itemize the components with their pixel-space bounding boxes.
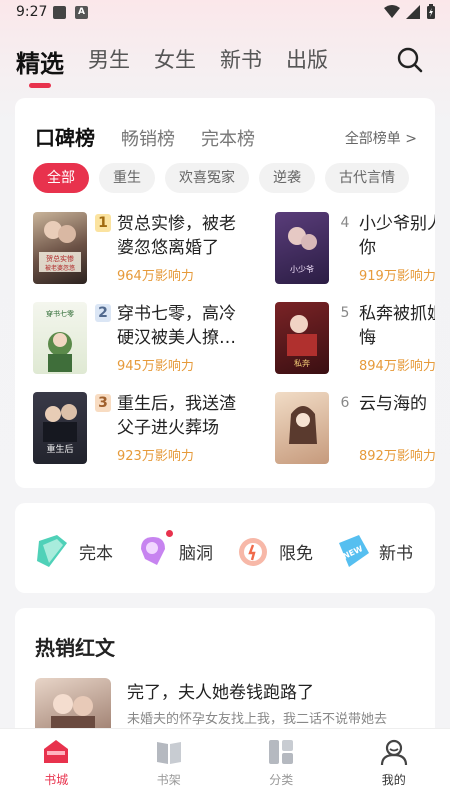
entry-label: 脑洞	[179, 543, 213, 564]
book-cover	[275, 392, 329, 464]
book-influence: 892万影响力	[359, 449, 435, 464]
svg-text:穿书七零: 穿书七零	[46, 309, 74, 318]
chip-counterattack[interactable]: 逆袭	[259, 163, 315, 193]
rank-badge: 2	[95, 304, 111, 322]
book-title: 云与海的	[359, 394, 427, 414]
wifi-icon	[384, 5, 400, 18]
book-cover: 小少爷	[275, 212, 329, 284]
book-title[interactable]: 完了，夫人她卷钱跑路了	[127, 678, 314, 703]
entry-brain-hole[interactable]: 脑洞	[135, 530, 213, 569]
book-title: 穿书七零，高冷硬汉被美人撩…	[117, 304, 236, 348]
rank-badge: 1	[95, 214, 111, 232]
hot-books-card: 热销红文 完了，夫人她卷钱跑路了 未婚夫的怀孕女友找上我，我二话不说带她去	[15, 608, 435, 748]
book-item[interactable]: 6 云与海的 892万影响力	[275, 392, 435, 466]
status-time: 9:27	[16, 4, 48, 20]
tab-completed-rank[interactable]: 完本榜	[201, 125, 255, 151]
chip-rebirth[interactable]: 重生	[99, 163, 155, 193]
svg-text:被老婆忽悠: 被老婆忽悠	[45, 264, 75, 272]
nav-bookshelf[interactable]: 书架	[113, 729, 226, 800]
entry-free[interactable]: 限免	[235, 533, 313, 569]
status-icons	[384, 4, 436, 20]
svg-text:重生后: 重生后	[46, 443, 73, 455]
tab-featured[interactable]: 精选	[16, 44, 64, 78]
chip-ancient-romance[interactable]: 古代言情	[325, 163, 409, 193]
entry-label: 新书	[379, 543, 413, 564]
section-title: 热销红文	[35, 636, 115, 660]
search-icon[interactable]	[396, 46, 424, 74]
timer-icon	[239, 538, 267, 566]
nav-category[interactable]: 分类	[225, 729, 338, 800]
ranking-card: 口碑榜 畅销榜 完本榜 全部榜单 > 全部 重生 欢喜冤家 逆袭 古代言情 贺总…	[15, 98, 435, 488]
book-title: 重生后，我送渣父子进火葬场	[117, 394, 236, 438]
book-item[interactable]: 贺总实惨 被老婆忽悠 1 贺总实惨，被老婆忽悠离婚了 964万影响力	[33, 212, 236, 286]
book-influence: 919万影响力	[359, 269, 435, 284]
rank-badge: 5	[340, 305, 350, 321]
book-complete-icon	[37, 535, 67, 567]
chip-all[interactable]: 全部	[33, 163, 89, 193]
chip-bickering-lovers[interactable]: 欢喜冤家	[165, 163, 249, 193]
genre-filter-chips: 全部 重生 欢喜冤家 逆袭 古代言情	[33, 163, 437, 193]
bookshelf-icon	[156, 742, 181, 764]
tab-new-books[interactable]: 新书	[220, 44, 262, 76]
nav-profile[interactable]: 我的	[338, 729, 450, 800]
new-badge-icon: NEW	[339, 535, 369, 567]
app-notification-icon: A	[75, 6, 88, 19]
entry-new-books[interactable]: NEW 新书	[335, 533, 413, 569]
book-influence: 945万影响力	[117, 359, 194, 374]
book-title: 私奔被抓姐死不悔	[359, 304, 435, 348]
store-icon	[44, 740, 69, 763]
tab-male[interactable]: 男生	[88, 44, 130, 76]
tab-female[interactable]: 女生	[154, 44, 196, 76]
entry-label: 限免	[279, 543, 313, 564]
tab-publish[interactable]: 出版	[286, 44, 328, 76]
category-icon	[269, 740, 294, 764]
status-bar: 9:27 A	[0, 0, 450, 26]
rank-badge: 4	[340, 215, 350, 231]
notification-icon	[53, 6, 66, 19]
entry-label: 完本	[79, 543, 113, 564]
book-cover: 穿书七零	[33, 302, 87, 374]
book-description: 未婚夫的怀孕女友找上我，我二话不说带她去	[127, 712, 388, 727]
battery-icon	[427, 4, 435, 19]
svg-text:小少爷: 小少爷	[290, 264, 314, 274]
book-cover: 重生后	[33, 392, 87, 464]
top-tab-bar: 精选 男生 女生 新书 出版	[16, 44, 352, 78]
ranking-tabs: 口碑榜 畅销榜 完本榜	[35, 122, 281, 151]
bulb-icon	[135, 530, 173, 569]
nav-store[interactable]: 书城	[0, 729, 113, 800]
quick-entry-card: 完本 脑洞 限免 NEW 新书	[15, 503, 435, 593]
all-rankings-link[interactable]: 全部榜单 >	[345, 128, 417, 148]
book-item[interactable]: 私奔 5 私奔被抓姐死不悔 894万影响力	[275, 302, 435, 376]
tab-reputation-rank[interactable]: 口碑榜	[35, 122, 95, 151]
new-dot-badge	[166, 530, 173, 537]
book-influence: 894万影响力	[359, 359, 435, 374]
bottom-navigation: 书城 书架 分类 我的	[0, 728, 450, 800]
signal-icon	[406, 5, 420, 19]
nav-label: 书架	[156, 773, 181, 787]
svg-text:贺总实惨: 贺总实惨	[46, 254, 74, 263]
rank-badge: 3	[95, 394, 111, 412]
book-cover: 私奔	[275, 302, 329, 374]
book-item[interactable]: 穿书七零 2 穿书七零，高冷硬汉被美人撩… 945万影响力	[33, 302, 236, 376]
profile-icon	[380, 739, 407, 766]
nav-label: 分类	[269, 773, 294, 787]
tab-bestseller-rank[interactable]: 畅销榜	[121, 125, 175, 151]
book-title: 贺总实惨，被老婆忽悠离婚了	[117, 214, 236, 258]
book-title: 小少爷别人不要你	[359, 214, 435, 258]
rank-badge: 6	[340, 395, 350, 411]
nav-label: 书城	[44, 773, 69, 787]
book-influence: 964万影响力	[117, 269, 194, 284]
entry-completed[interactable]: 完本	[35, 533, 113, 569]
book-item[interactable]: 小少爷 4 小少爷别人不要你 919万影响力	[275, 212, 435, 286]
nav-label: 我的	[381, 773, 406, 787]
book-influence: 923万影响力	[117, 449, 194, 464]
svg-text:私奔: 私奔	[294, 358, 310, 368]
book-item[interactable]: 重生后 3 重生后，我送渣父子进火葬场 923万影响力	[33, 392, 236, 466]
book-cover: 贺总实惨 被老婆忽悠	[33, 212, 87, 284]
